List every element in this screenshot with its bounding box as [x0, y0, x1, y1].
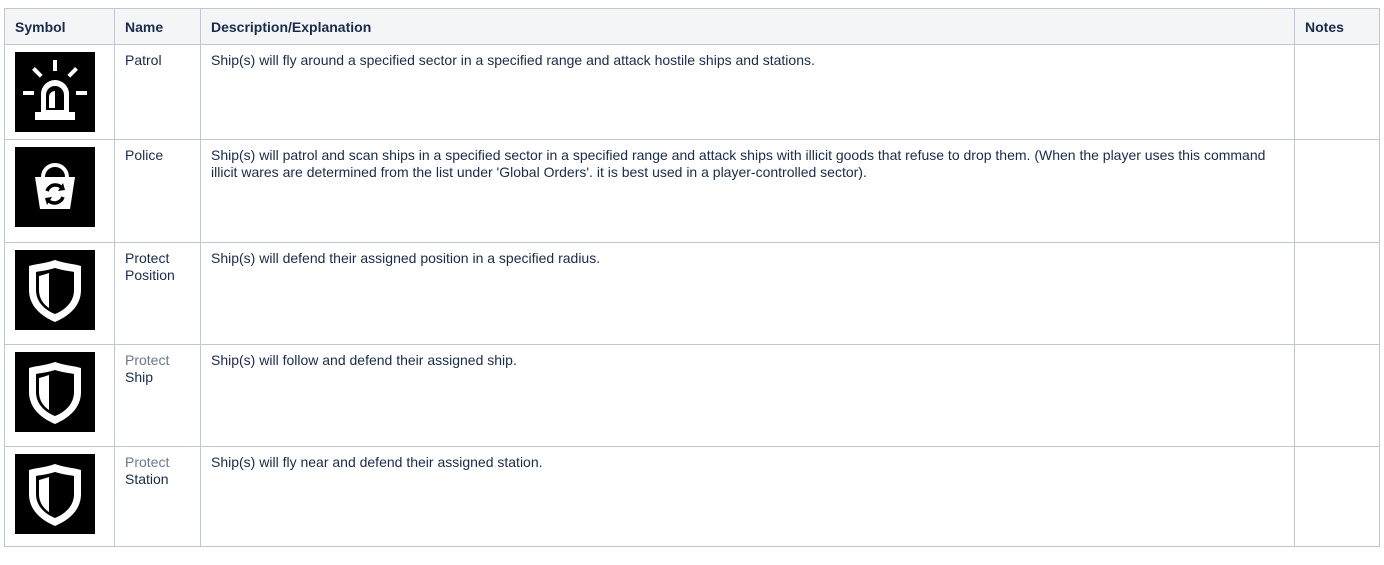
header-row: Symbol Name Description/Explanation Note… [4, 8, 1380, 45]
header-symbol[interactable]: Symbol [4, 8, 115, 45]
shield-icon [15, 352, 95, 432]
notes-cell [1294, 139, 1380, 243]
notes-cell [1294, 344, 1380, 447]
name-cell: Protect Ship [114, 344, 201, 447]
order-name-line-2: Position [125, 267, 175, 283]
siren-icon [15, 52, 95, 132]
table-row: Protect Position Ship(s) will defend the… [4, 242, 1380, 345]
shield-icon [15, 250, 95, 330]
name-cell: Protect Station [114, 446, 201, 547]
header-name[interactable]: Name [114, 8, 201, 45]
table-row: Police Ship(s) will patrol and scan ship… [4, 139, 1380, 243]
order-name-line-1: Protect [125, 250, 170, 266]
orders-table: Symbol Name Description/Explanation Note… [4, 8, 1380, 547]
symbol-cell [4, 446, 115, 547]
table-body: Patrol Ship(s) will fly around a specifi… [4, 44, 1380, 547]
notes-cell [1294, 44, 1380, 140]
notes-cell [1294, 446, 1380, 547]
description-cell: Ship(s) will patrol and scan ships in a … [200, 139, 1295, 243]
header-notes[interactable]: Notes [1294, 8, 1380, 45]
order-name-line-1: Protect [125, 454, 170, 470]
order-name-line-1: Protect [125, 352, 170, 368]
table-header: Symbol Name Description/Explanation Note… [4, 8, 1380, 45]
orders-table-container: Symbol Name Description/Explanation Note… [4, 8, 1380, 547]
description-cell: Ship(s) will fly around a specified sect… [200, 44, 1295, 140]
description-cell: Ship(s) will follow and defend their ass… [200, 344, 1295, 447]
header-description[interactable]: Description/Explanation [200, 8, 1295, 45]
order-name: Patrol [125, 52, 162, 68]
table-row: Protect Station Ship(s) will fly near an… [4, 446, 1380, 547]
table-row: Patrol Ship(s) will fly around a specifi… [4, 44, 1380, 140]
name-cell: Patrol [114, 44, 201, 140]
shield-icon [15, 454, 95, 534]
symbol-cell [4, 139, 115, 243]
order-name: Police [125, 147, 164, 163]
order-name-line-2: Ship [125, 369, 154, 385]
table-row: Protect Ship Ship(s) will follow and def… [4, 344, 1380, 447]
symbol-cell [4, 242, 115, 345]
symbol-cell [4, 44, 115, 140]
name-cell: Police [114, 139, 201, 243]
symbol-cell [4, 344, 115, 447]
notes-cell [1294, 242, 1380, 345]
order-name-line-2: Station [125, 471, 169, 487]
name-cell: Protect Position [114, 242, 201, 345]
police-basket-icon [15, 147, 95, 227]
description-cell: Ship(s) will fly near and defend their a… [200, 446, 1295, 547]
description-cell: Ship(s) will defend their assigned posit… [200, 242, 1295, 345]
